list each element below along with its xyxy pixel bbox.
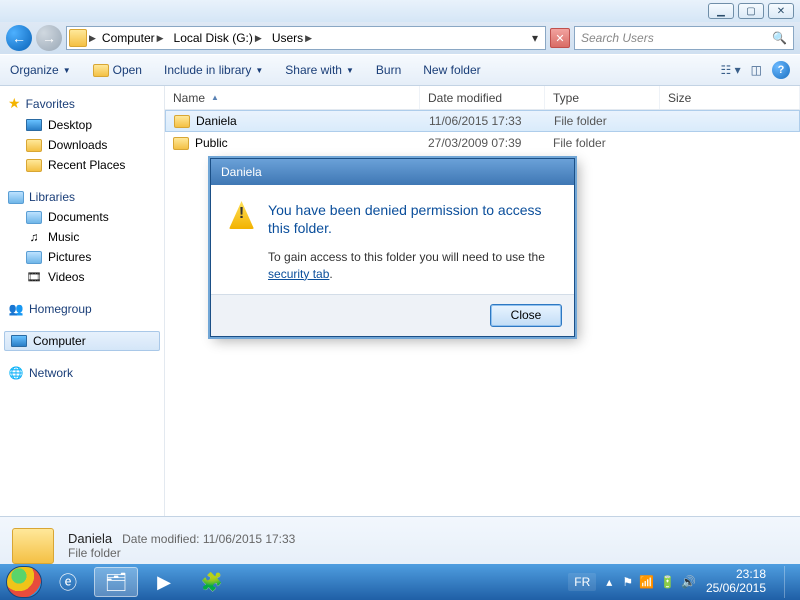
details-name: Daniela: [68, 531, 112, 546]
details-type: File folder: [68, 546, 295, 560]
file-name: Daniela: [196, 114, 237, 128]
folder-icon: [93, 64, 109, 77]
network-group[interactable]: 🌐Network: [4, 363, 160, 383]
window-titlebar: ▁ ▢ ✕: [0, 0, 800, 22]
file-date: 11/06/2015 17:33: [421, 114, 546, 128]
details-date-label: Date modified:: [122, 532, 199, 546]
chevron-right-icon[interactable]: ▶: [89, 33, 96, 44]
sidebar-item-music[interactable]: ♫Music: [4, 227, 160, 247]
column-header-name[interactable]: Name▲: [165, 86, 420, 109]
sidebar-item-downloads[interactable]: Downloads: [4, 135, 160, 155]
dialog-title: Daniela: [211, 159, 574, 185]
security-tab-link[interactable]: security tab: [268, 267, 329, 281]
battery-icon[interactable]: 🔋: [660, 575, 675, 589]
sidebar-item-computer[interactable]: Computer: [4, 331, 160, 351]
pictures-icon: [26, 251, 42, 264]
computer-icon: [11, 335, 27, 347]
navigation-pane: ★Favorites Desktop Downloads Recent Plac…: [0, 86, 165, 516]
column-header-type[interactable]: Type: [545, 86, 660, 109]
folder-icon: [26, 159, 42, 172]
folder-icon: [26, 139, 42, 152]
column-headers: Name▲ Date modified Type Size: [165, 86, 800, 110]
preview-pane-button[interactable]: ◫: [751, 63, 762, 77]
star-icon: ★: [8, 95, 21, 112]
file-row[interactable]: Daniela 11/06/2015 17:33File folder: [165, 110, 800, 132]
folder-icon: [12, 528, 54, 564]
share-with-menu[interactable]: Share with▼: [285, 63, 354, 77]
sidebar-item-desktop[interactable]: Desktop: [4, 115, 160, 135]
taskbar-media-icon[interactable]: ▶: [142, 567, 186, 597]
burn-button[interactable]: Burn: [376, 63, 401, 77]
column-header-size[interactable]: Size: [660, 86, 800, 109]
flag-icon[interactable]: ⚑: [622, 575, 633, 589]
close-button[interactable]: Close: [490, 304, 562, 327]
homegroup-group[interactable]: 👥Homegroup: [4, 299, 160, 319]
minimize-button[interactable]: ▁: [708, 3, 734, 19]
back-button[interactable]: ←: [6, 25, 32, 51]
new-folder-button[interactable]: New folder: [423, 63, 480, 77]
search-placeholder: Search Users: [581, 31, 654, 45]
search-icon[interactable]: 🔍: [772, 31, 787, 45]
file-name: Public: [195, 136, 228, 150]
taskbar-explorer-icon[interactable]: 🗂: [94, 567, 138, 597]
address-bar[interactable]: ▶ Computer▶ Local Disk (G:)▶ Users▶ ▾: [66, 26, 546, 50]
taskbar-app-icon[interactable]: 🧩: [190, 567, 234, 597]
documents-icon: [26, 211, 42, 224]
music-icon: ♫: [26, 230, 42, 244]
network-icon: 🌐: [8, 366, 24, 380]
folder-icon: [69, 29, 87, 47]
view-options-button[interactable]: ☷ ▾: [721, 63, 741, 77]
column-header-date[interactable]: Date modified: [420, 86, 545, 109]
favorites-group[interactable]: ★Favorites: [4, 92, 160, 115]
breadcrumb-users[interactable]: Users▶: [268, 27, 316, 49]
sidebar-item-videos[interactable]: 🎞Videos: [4, 267, 160, 287]
search-input[interactable]: Search Users 🔍: [574, 26, 794, 50]
organize-menu[interactable]: Organize▼: [10, 63, 71, 77]
homegroup-icon: 👥: [8, 302, 24, 316]
tray-expand-icon[interactable]: ▴: [606, 575, 612, 589]
clock-time: 23:18: [706, 568, 766, 582]
folder-icon: [173, 137, 189, 150]
start-button[interactable]: [6, 566, 42, 598]
desktop-icon: [26, 119, 42, 131]
include-in-library-menu[interactable]: Include in library▼: [164, 63, 263, 77]
stop-refresh-button[interactable]: ✕: [550, 28, 570, 48]
tray-network-icon[interactable]: 📶: [639, 575, 654, 589]
breadcrumb-disk[interactable]: Local Disk (G:)▶: [170, 27, 266, 49]
volume-icon[interactable]: 🔊: [681, 575, 696, 589]
open-button[interactable]: Open: [93, 63, 142, 77]
navigation-bar: ← → ▶ Computer▶ Local Disk (G:)▶ Users▶ …: [0, 22, 800, 54]
libraries-group[interactable]: Libraries: [4, 187, 160, 207]
access-denied-dialog: Daniela You have been denied permission …: [210, 158, 575, 337]
file-date: 27/03/2009 07:39: [420, 136, 545, 150]
sidebar-item-recent-places[interactable]: Recent Places: [4, 155, 160, 175]
file-type: File folder: [545, 136, 660, 150]
help-icon[interactable]: ?: [772, 61, 790, 79]
address-dropdown-icon[interactable]: ▾: [527, 31, 543, 45]
file-row[interactable]: Public 27/03/2009 07:39File folder: [165, 132, 800, 154]
dialog-body: To gain access to this folder you will n…: [268, 249, 556, 281]
close-window-button[interactable]: ✕: [768, 3, 794, 19]
clock-date: 25/06/2015: [706, 582, 766, 596]
breadcrumb-computer[interactable]: Computer▶: [98, 27, 168, 49]
maximize-button[interactable]: ▢: [738, 3, 764, 19]
sidebar-item-documents[interactable]: Documents: [4, 207, 160, 227]
warning-icon: [229, 201, 254, 229]
sort-asc-icon: ▲: [211, 93, 219, 102]
sidebar-item-pictures[interactable]: Pictures: [4, 247, 160, 267]
folder-icon: [174, 115, 190, 128]
dialog-heading: You have been denied permission to acces…: [268, 201, 556, 237]
system-tray: FR ▴ ⚑ 📶 🔋 🔊 23:18 25/06/2015: [568, 566, 794, 598]
details-date: 11/06/2015 17:33: [203, 532, 296, 546]
forward-button[interactable]: →: [36, 25, 62, 51]
clock[interactable]: 23:18 25/06/2015: [706, 568, 766, 596]
taskbar: ⓔ 🗂 ▶ 🧩 FR ▴ ⚑ 📶 🔋 🔊 23:18 25/06/2015: [0, 564, 800, 600]
libraries-icon: [8, 191, 24, 204]
command-toolbar: Organize▼ Open Include in library▼ Share…: [0, 54, 800, 86]
language-indicator[interactable]: FR: [568, 573, 596, 591]
show-desktop-button[interactable]: [784, 566, 794, 598]
file-type: File folder: [546, 114, 661, 128]
videos-icon: 🎞: [26, 270, 42, 284]
taskbar-ie-icon[interactable]: ⓔ: [46, 567, 90, 597]
